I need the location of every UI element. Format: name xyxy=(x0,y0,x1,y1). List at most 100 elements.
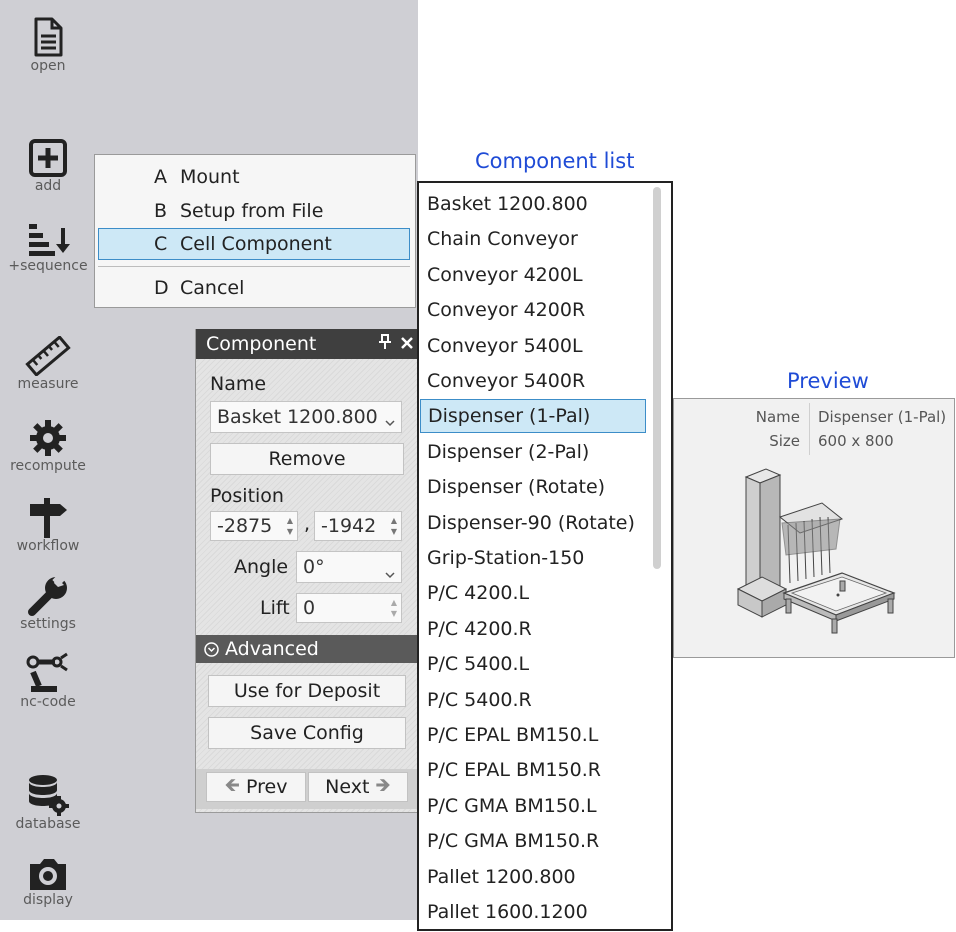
tool-label: recompute xyxy=(10,458,86,474)
panel-header: Component xyxy=(196,329,418,359)
list-item[interactable]: P/C EPAL BM150.L xyxy=(427,718,598,752)
tool-label: database xyxy=(15,816,81,832)
preview-title: Preview xyxy=(787,369,869,393)
list-item[interactable]: P/C GMA BM150.L xyxy=(427,789,597,823)
tool-display[interactable]: display xyxy=(0,856,96,908)
tool-recompute[interactable]: recompute xyxy=(0,418,96,474)
preview-divider xyxy=(809,403,810,455)
spinner-icon[interactable]: ▲ ▼ xyxy=(287,515,293,537)
robot-arm-icon xyxy=(26,652,68,692)
next-button[interactable]: Next 🡺 xyxy=(308,772,408,802)
scrollbar-thumb[interactable] xyxy=(653,187,661,569)
spinner-icon[interactable]: ▲ ▼ xyxy=(391,597,397,619)
list-item[interactable]: Conveyor 5400R xyxy=(427,364,585,398)
camera-icon xyxy=(30,859,66,890)
list-item[interactable]: P/C 4200.R xyxy=(427,612,532,646)
tool-label: workflow xyxy=(16,538,80,554)
menu-item-label: Cell Component xyxy=(180,233,332,255)
chevron-circle-down-icon xyxy=(196,641,225,657)
tool-add[interactable]: add xyxy=(0,138,96,194)
database-gear-icon xyxy=(29,775,69,816)
position-y-value: -1942 xyxy=(321,515,377,537)
list-item[interactable]: Pallet 1600.1200 xyxy=(427,895,588,929)
name-value: Basket 1200.800 xyxy=(217,406,378,428)
advanced-section-toggle[interactable]: Advanced xyxy=(196,635,418,663)
remove-button[interactable]: Remove xyxy=(210,443,404,475)
tool-measure[interactable]: measure xyxy=(0,336,96,392)
tool-nc-code[interactable]: nc-code xyxy=(0,652,96,710)
preview-panel: Name Dispenser (1-Pal) Size 600 x 800 xyxy=(673,398,955,658)
tool-workflow[interactable]: workflow xyxy=(0,496,96,554)
list-item[interactable]: Chain Conveyor xyxy=(427,222,578,256)
list-item[interactable]: Conveyor 5400L xyxy=(427,329,583,363)
menu-item-key: A xyxy=(154,166,167,188)
save-config-button[interactable]: Save Config xyxy=(208,717,406,749)
angle-dropdown[interactable]: 0° xyxy=(296,551,402,583)
menu-item-key: D xyxy=(154,277,169,299)
advanced-label: Advanced xyxy=(225,638,319,660)
panel-nav-bar: 🡸 Prev Next 🡺 xyxy=(196,769,418,809)
name-label: Name xyxy=(210,373,267,395)
tool-settings[interactable]: settings xyxy=(0,574,96,632)
menu-item-label: Mount xyxy=(180,166,240,188)
menu-item-cell-component[interactable]: C Cell Component xyxy=(98,228,410,260)
preview-size-key: Size xyxy=(769,432,800,450)
list-item[interactable]: Dispenser (1-Pal) xyxy=(420,399,646,434)
lift-input[interactable]: 0 ▲ ▼ xyxy=(296,593,402,623)
name-dropdown[interactable]: Basket 1200.800 xyxy=(210,401,402,433)
tool-label: measure xyxy=(17,376,79,392)
list-item[interactable]: Conveyor 4200L xyxy=(427,258,583,292)
position-separator: , xyxy=(304,513,311,535)
list-item[interactable]: Grip-Station-150 xyxy=(427,541,584,575)
tool-label: add xyxy=(34,178,62,194)
signpost-icon xyxy=(30,498,67,538)
tool-label: open xyxy=(30,58,66,74)
wrench-icon xyxy=(28,574,67,616)
position-y-input[interactable]: -1942 ▲ ▼ xyxy=(314,511,402,541)
sort-down-icon xyxy=(29,224,70,256)
use-for-deposit-button[interactable]: Use for Deposit xyxy=(208,675,406,707)
ruler-icon xyxy=(25,336,71,376)
tool-sequence[interactable]: +sequence xyxy=(0,222,96,274)
gear-icon xyxy=(30,420,66,456)
list-item[interactable]: Basket 1200.800 xyxy=(427,187,588,221)
list-item[interactable]: Dispenser (2-Pal) xyxy=(427,435,589,469)
list-item[interactable]: P/C 5400.L xyxy=(427,647,529,681)
menu-item-key: B xyxy=(154,200,168,222)
file-icon xyxy=(34,17,63,57)
chevron-down-icon xyxy=(385,410,395,432)
list-item[interactable]: P/C EPAL BM150.R xyxy=(427,753,601,787)
tool-label: +sequence xyxy=(8,258,88,274)
list-item[interactable]: P/C 5400.R xyxy=(427,683,532,717)
add-menu: A Mount B Setup from File C Cell Compone… xyxy=(94,154,416,308)
position-label: Position xyxy=(210,485,284,507)
position-x-input[interactable]: -2875 ▲ ▼ xyxy=(210,511,298,541)
spinner-icon[interactable]: ▲ ▼ xyxy=(391,515,397,537)
component-panel: Component Name Basket 1200.800 Remove Po… xyxy=(195,329,418,813)
lift-value: 0 xyxy=(303,597,316,619)
position-x-value: -2875 xyxy=(217,515,273,537)
close-icon[interactable] xyxy=(396,334,418,355)
arrow-left-icon: 🡸 xyxy=(224,774,240,796)
pin-icon[interactable] xyxy=(374,333,396,355)
list-item[interactable]: Conveyor 4200R xyxy=(427,293,585,327)
plus-square-icon xyxy=(29,139,67,177)
list-item[interactable]: Dispenser (Rotate) xyxy=(427,470,605,504)
list-item[interactable]: P/C 4200.L xyxy=(427,576,529,610)
next-label: Next xyxy=(325,776,370,798)
menu-item-label: Cancel xyxy=(180,277,245,299)
menu-item-setup-from-file[interactable]: B Setup from File xyxy=(98,195,410,227)
preview-size-value: 600 x 800 xyxy=(818,432,894,450)
menu-item-cancel[interactable]: D Cancel xyxy=(98,272,410,304)
list-item[interactable]: Dispenser-90 (Rotate) xyxy=(427,506,635,540)
preview-name-value: Dispenser (1-Pal) xyxy=(818,408,947,426)
menu-item-key: C xyxy=(154,233,168,255)
tool-label: display xyxy=(23,892,73,908)
tool-database[interactable]: database xyxy=(0,772,96,832)
menu-item-mount[interactable]: A Mount xyxy=(98,161,410,193)
dispenser-3d-model-image xyxy=(736,468,896,634)
list-item[interactable]: P/C GMA BM150.R xyxy=(427,824,599,858)
tool-open[interactable]: open xyxy=(0,16,96,74)
prev-button[interactable]: 🡸 Prev xyxy=(206,772,306,802)
list-item[interactable]: Pallet 1200.800 xyxy=(427,860,576,894)
